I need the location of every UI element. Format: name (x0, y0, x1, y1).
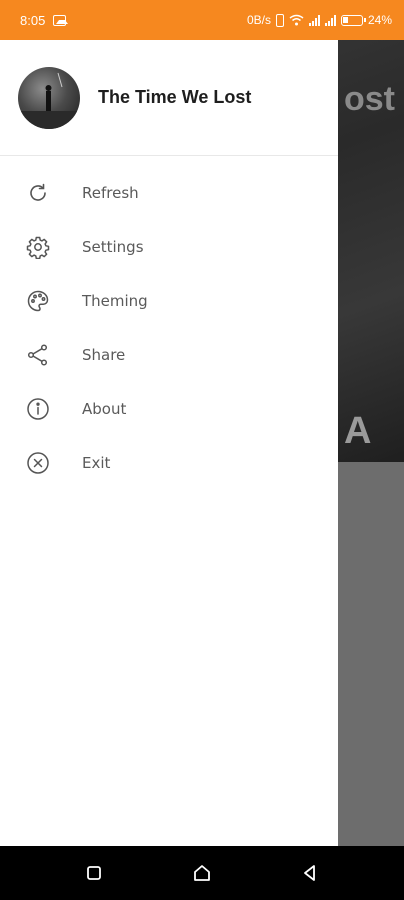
avatar-figure-icon (18, 72, 80, 129)
battery-icon (340, 14, 366, 26)
wifi-icon (289, 14, 304, 26)
menu-item-settings[interactable]: Settings (0, 220, 338, 274)
menu-label-refresh: Refresh (82, 184, 139, 202)
status-bar: 8:05 0B/s 24% (0, 0, 404, 40)
menu-label-exit: Exit (82, 454, 111, 472)
signal-icon (308, 14, 320, 26)
navigation-drawer: The Time We Lost Refresh Settings Themin… (0, 40, 338, 846)
background-title-fragment: ost (344, 80, 395, 118)
network-speed: 0B/s (246, 13, 271, 27)
recent-apps-icon[interactable] (74, 853, 114, 893)
system-nav-bar (0, 846, 404, 900)
gear-icon (26, 235, 50, 259)
avatar (18, 66, 80, 129)
menu-item-theming[interactable]: Theming (0, 274, 338, 328)
close-circle-icon (26, 451, 50, 475)
back-icon[interactable] (290, 853, 330, 893)
signal-icon-2 (324, 14, 336, 26)
status-right: 0B/s 24% (247, 13, 392, 27)
menu-label-theming: Theming (82, 292, 148, 310)
menu-item-refresh[interactable]: Refresh (0, 166, 338, 220)
menu-item-share[interactable]: Share (0, 328, 338, 382)
info-icon (26, 397, 50, 421)
menu-item-about[interactable]: About (0, 382, 338, 436)
menu-label-share: Share (82, 346, 126, 364)
menu-label-about: About (82, 400, 127, 418)
drawer-menu: Refresh Settings Theming Share About Exi… (0, 156, 338, 490)
share-icon (26, 343, 50, 367)
home-icon[interactable] (182, 853, 222, 893)
status-left: 8:05 (20, 12, 69, 28)
image-icon (53, 14, 69, 26)
background-letter-fragment: A (344, 410, 372, 452)
menu-item-exit[interactable]: Exit (0, 436, 338, 490)
refresh-icon (26, 181, 50, 205)
battery-percent: 24% (367, 13, 392, 27)
drawer-header: The Time We Lost (0, 40, 338, 156)
drawer-title: The Time We Lost (98, 87, 252, 107)
palette-icon (26, 289, 50, 313)
menu-label-settings: Settings (82, 238, 144, 256)
phone-icon (275, 13, 284, 27)
status-time: 8:05 (20, 12, 46, 28)
